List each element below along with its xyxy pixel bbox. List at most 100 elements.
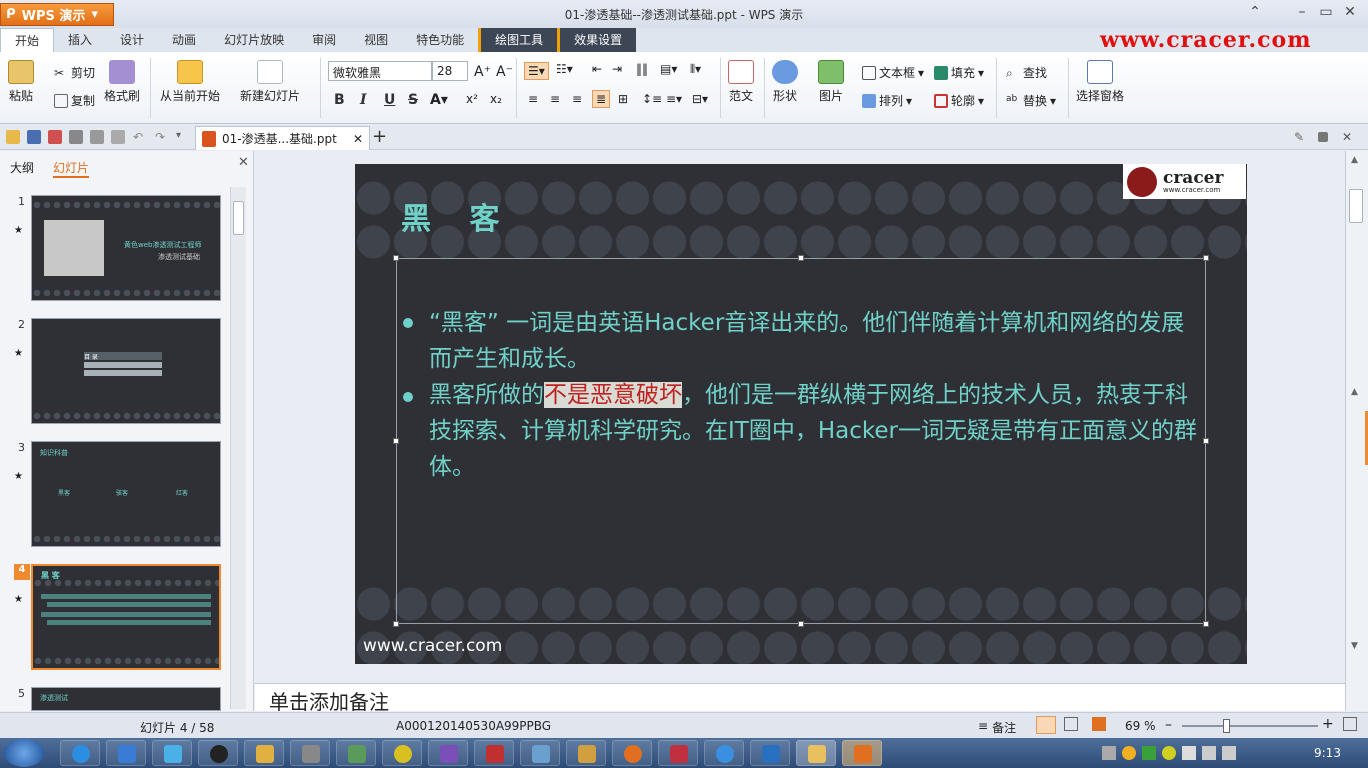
scroll-thumb[interactable]	[233, 201, 244, 235]
thumbnails-scrollbar[interactable]	[230, 187, 246, 709]
shape-button[interactable]: 形状	[772, 60, 798, 104]
numbering-button[interactable]: ☷▾	[556, 62, 573, 76]
minimize-button[interactable]: –	[1292, 4, 1312, 22]
resize-handle[interactable]	[1203, 255, 1209, 261]
taskbar-app-wps[interactable]	[842, 740, 882, 766]
slide-thumbnail-3[interactable]: 知识科普 黑客 骇客 红客	[31, 441, 221, 547]
bold-button[interactable]: B	[334, 92, 345, 108]
maximize-button[interactable]: ▭	[1316, 4, 1336, 22]
tab-features[interactable]: 特色功能	[402, 28, 478, 52]
collapse-ribbon-button[interactable]: ⌃	[1245, 4, 1265, 22]
increase-indent-button[interactable]: ⇥	[612, 62, 622, 76]
taskbar-app-7[interactable]	[474, 740, 514, 766]
taskbar-app-explorer[interactable]	[796, 740, 836, 766]
slide-thumbnail-1[interactable]: 黄色web渗透测试工程师 渗透测试基础	[31, 195, 221, 301]
taskbar-app-2[interactable]	[152, 740, 192, 766]
superscript-button[interactable]: x²	[466, 92, 478, 106]
save-icon[interactable]	[27, 130, 41, 144]
fit-window-icon[interactable]	[1343, 717, 1357, 731]
print-preview-icon[interactable]	[90, 130, 104, 144]
start-button[interactable]	[4, 739, 44, 767]
taskbar-app-4[interactable]	[290, 740, 330, 766]
volume-icon[interactable]	[1222, 746, 1236, 760]
zoom-out-button[interactable]: –	[1165, 717, 1172, 733]
taskbar-app-vs[interactable]	[428, 740, 468, 766]
restore-doc-icon[interactable]	[1318, 132, 1328, 142]
tab-design[interactable]: 设计	[106, 28, 158, 52]
resize-handle[interactable]	[393, 621, 399, 627]
taskbar-app-browser[interactable]	[60, 740, 100, 766]
justify-button[interactable]: ≣	[592, 90, 611, 108]
open-icon[interactable]	[6, 130, 20, 144]
taskbar-app-10[interactable]	[658, 740, 698, 766]
tab-slideshow[interactable]: 幻灯片放映	[210, 28, 298, 52]
taskbar-app-firefox[interactable]	[612, 740, 652, 766]
redo-icon[interactable]: ↷	[155, 130, 169, 144]
selection-pane-button[interactable]: 选择窗格	[1076, 60, 1124, 104]
bullets-button[interactable]: ☰▾	[524, 62, 549, 80]
normal-view-icon[interactable]	[1036, 716, 1056, 734]
font-color-button[interactable]: A▾	[430, 92, 448, 108]
arrange-button[interactable]: 排列 ▾	[862, 92, 912, 109]
tab-drawing-tools[interactable]: 绘图工具	[478, 28, 558, 52]
tab-home[interactable]: 开始	[0, 27, 55, 53]
paragraph-1[interactable]: “黑客” 一词是由英语Hacker音译出来的。他们伴随着计算机和网络的发展而产生…	[429, 305, 1204, 377]
print-icon[interactable]	[69, 130, 83, 144]
reading-view-icon[interactable]	[1092, 717, 1106, 731]
tab-review[interactable]: 审阅	[298, 28, 350, 52]
fill-button[interactable]: 填充 ▾	[934, 64, 984, 81]
undo-icon[interactable]: ↶	[133, 130, 147, 144]
taskbar-app-11[interactable]	[750, 740, 790, 766]
tab-effects[interactable]: 效果设置	[557, 28, 637, 52]
text-align-vertical-button[interactable]: ⊟▾	[692, 92, 708, 106]
slide-title[interactable]: 黑 客	[401, 194, 513, 238]
scroll-thumb[interactable]	[1349, 189, 1363, 223]
slide-thumbnail-2[interactable]: 目 录	[31, 318, 221, 424]
find-button[interactable]: ⌕ 查找	[1006, 64, 1047, 81]
tray-icon[interactable]	[1142, 746, 1156, 760]
cut-button[interactable]: ✂ 剪切	[54, 64, 95, 81]
align-left-button[interactable]: ≡	[528, 92, 538, 106]
resize-handle[interactable]	[1203, 621, 1209, 627]
replace-button[interactable]: ab 替换 ▾	[1006, 92, 1056, 109]
format-painter-button[interactable]: 格式刷	[104, 60, 140, 104]
columns-button[interactable]: ⫴▾	[690, 62, 701, 77]
grow-font-button[interactable]: A⁺	[474, 64, 491, 80]
tab-view[interactable]: 视图	[350, 28, 402, 52]
copy-button[interactable]: 复制	[54, 92, 95, 109]
keyboard-icon[interactable]	[1102, 746, 1116, 760]
network-icon[interactable]	[1202, 746, 1216, 760]
distribute-button[interactable]: ⊞	[618, 92, 628, 106]
content-textbox[interactable]: “黑客” 一词是由英语Hacker音译出来的。他们伴随着计算机和网络的发展而产生…	[393, 255, 1209, 627]
line-spacing-button[interactable]: ↕≡	[642, 92, 662, 106]
paragraph-spacing-button[interactable]: ≡▾	[666, 92, 682, 106]
zoom-slider[interactable]	[1182, 719, 1318, 733]
align-right-button[interactable]: ≡	[572, 92, 582, 106]
close-tab-icon[interactable]: ✕	[353, 132, 363, 146]
play-from-current-button[interactable]: 从当前开始	[160, 60, 220, 104]
align-center-button[interactable]: ≡	[550, 92, 560, 106]
slide-sorter-icon[interactable]	[1064, 717, 1078, 731]
taskbar-app-1[interactable]	[106, 740, 146, 766]
tab-animation[interactable]: 动画	[158, 28, 210, 52]
taskbar-app-8[interactable]	[520, 740, 560, 766]
resize-handle[interactable]	[798, 255, 804, 261]
tray-icon[interactable]	[1162, 746, 1176, 760]
scroll-down-icon[interactable]: ▼	[1351, 641, 1358, 651]
tray-icon[interactable]	[1122, 746, 1136, 760]
textbox-button[interactable]: 文本框 ▾	[862, 64, 924, 81]
close-panel-icon[interactable]: ✕	[238, 155, 249, 170]
tab-outline[interactable]: 大纲	[10, 159, 34, 176]
close-doc-icon[interactable]: ✕	[1342, 130, 1356, 144]
tab-slides[interactable]: 幻灯片	[53, 159, 90, 178]
new-slide-button[interactable]: 新建幻灯片	[240, 60, 300, 104]
outline-button[interactable]: 轮廓 ▾	[934, 92, 984, 109]
paragraph-2[interactable]: 黑客所做的不是恶意破坏，他们是一群纵横于网络上的技术人员，热衷于科技探索、计算机…	[429, 377, 1204, 485]
previous-slide-icon[interactable]: ▲	[1351, 387, 1358, 397]
taskbar-app-3[interactable]	[244, 740, 284, 766]
font-name-select[interactable]: 微软雅黑	[328, 61, 432, 81]
pin-icon[interactable]: ✎	[1294, 130, 1308, 144]
clock[interactable]: 9:13	[1314, 746, 1341, 760]
align-text-button[interactable]: ▤▾	[660, 62, 677, 76]
scroll-up-icon[interactable]: ▲	[1351, 155, 1358, 165]
